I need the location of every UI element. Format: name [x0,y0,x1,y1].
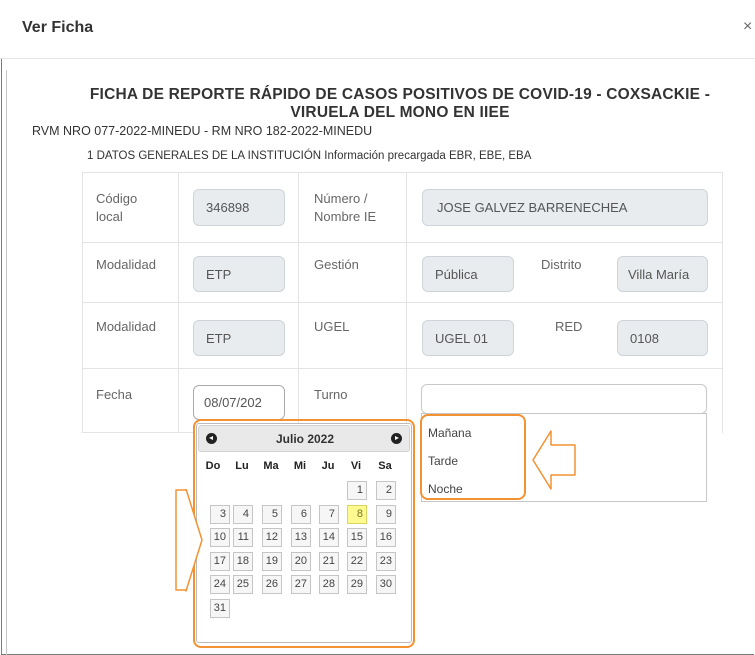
ugel-label: UGEL [314,319,350,334]
table-border [82,242,723,243]
ugel-field[interactable]: UGEL 01 [422,320,514,356]
gestion-label: Gestión [314,257,359,272]
section-title: 1 DATOS GENERALES DE LA INSTITUCIÓN Info… [87,150,532,162]
modalidad-field[interactable]: ETP [193,320,285,356]
table-border [82,302,723,303]
turno-label: Turno [314,387,348,402]
fecha-label: Fecha [96,387,133,402]
ficha-title-line2: VIRUELA DEL MONO EN IIEE [290,104,510,121]
numero-nombre-label: Número / Nombre IE [314,190,376,226]
nombre-ie-field[interactable]: JOSE GALVEZ BARRENECHEA [422,189,708,226]
label-line: Código [96,191,138,206]
modalidad-label: Modalidad [96,319,156,334]
modal-title: Ver Ficha [22,19,94,36]
ficha-title-line1: FICHA DE REPORTE RÁPIDO DE CASOS POSITIV… [89,86,711,103]
red-field[interactable]: 0108 [617,320,708,356]
modalidad-field[interactable]: ETP [193,256,285,292]
fecha-input[interactable]: 08/07/202 [193,385,285,420]
arrow-left-icon [532,430,576,490]
dropdown-highlight [420,414,526,500]
red-label: RED [555,319,583,334]
modal-header: Ver Ficha × [0,0,755,59]
ficha-title: FICHA DE REPORTE RÁPIDO DE CASOS POSITIV… [55,86,745,122]
divider [6,70,7,655]
table-border [82,368,723,369]
codigo-local-field[interactable]: 346898 [193,189,285,226]
calendar-highlight [193,419,415,648]
table-border [82,432,194,433]
gestion-field[interactable]: Pública [422,256,514,292]
arrow-right-icon [175,489,203,592]
table-border [82,172,723,173]
label-line: Número / [314,191,368,206]
distrito-field[interactable]: Villa María [617,256,708,292]
label-line: local [96,209,123,224]
codigo-local-label: Código local [96,190,137,226]
label-line: Nombre IE [314,209,377,224]
distrito-label: Distrito [541,257,582,272]
ficha-subtitle: RVM NRO 077-2022-MINEDU - RM NRO 182-202… [32,124,373,138]
close-icon[interactable]: × [743,18,752,36]
turno-select[interactable] [421,384,707,414]
modalidad-label: Modalidad [96,257,156,272]
